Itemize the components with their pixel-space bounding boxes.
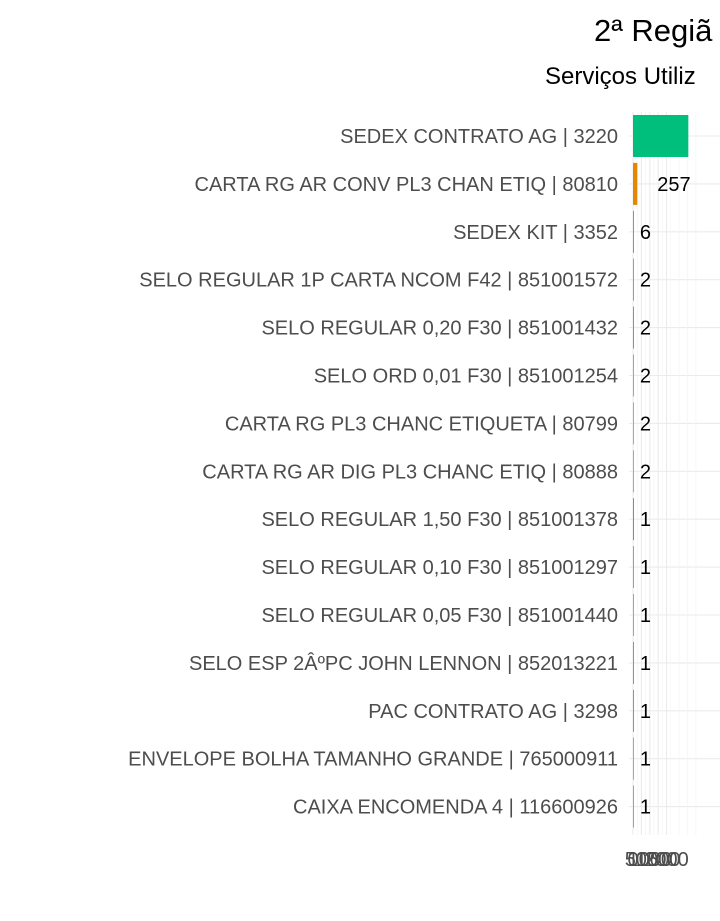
category-label: SELO REGULAR 0,20 F30 | 851001432 (261, 318, 618, 340)
bar (633, 210, 634, 253)
chart-title: 2ª Regiã (594, 13, 713, 48)
bar (633, 306, 634, 349)
data-label: 1 (640, 557, 651, 579)
bar (633, 737, 634, 780)
category-label: SELO ORD 0,01 F30 | 851001254 (314, 366, 618, 388)
category-label: CARTA RG PL3 CHANC ETIQUETA | 80799 (225, 413, 618, 435)
category-label: SELO REGULAR 1,50 F30 | 851001378 (261, 509, 618, 531)
data-label: 2 (640, 318, 651, 340)
data-label: 1 (640, 749, 651, 771)
category-label: CARTA RG AR DIG PL3 CHANC ETIQ | 80888 (202, 461, 618, 483)
bar (633, 689, 634, 732)
data-label: 1 (640, 509, 651, 531)
category-label: CARTA RG AR CONV PL3 CHAN ETIQ | 80810 (195, 174, 619, 196)
data-labels: 257 6 2 2 2 2 2 1 1 1 1 1 1 1 (640, 174, 691, 819)
data-label: 2 (640, 413, 651, 435)
bar (633, 594, 634, 636)
data-label: 257 (657, 174, 690, 196)
category-labels: SEDEX CONTRATO AG | 3220 CARTA RG AR CONV… (128, 126, 618, 819)
bar (633, 115, 689, 157)
bar (633, 258, 634, 301)
bar (633, 354, 634, 397)
data-label: 1 (640, 653, 651, 675)
category-label: SELO REGULAR 0,05 F30 | 851001440 (261, 605, 618, 627)
category-label: ENVELOPE BOLHA TAMANHO GRANDE | 76500091… (128, 749, 618, 771)
category-label: PAC CONTRATO AG | 3298 (368, 701, 618, 723)
bar-chart: 2ª Regiã Serviços Utiliz SEDEX CONTRATO … (128, 13, 720, 871)
category-label: SELO REGULAR 0,10 F30 | 851001297 (261, 557, 618, 579)
x-tick-label: 2000 (644, 849, 689, 871)
bar (633, 402, 634, 445)
bar (633, 498, 634, 541)
category-label: CAIXA ENCOMENDA 4 | 116600926 (293, 797, 618, 819)
bar (633, 785, 634, 828)
bar (633, 162, 638, 205)
category-label: SELO ESP 2ÂºPC JOHN LENNON | 852013221 (189, 652, 618, 675)
category-label: SELO REGULAR 1P CARTA NCOM F42 | 8510015… (139, 270, 618, 292)
data-label: 1 (640, 797, 651, 819)
bar (633, 546, 634, 589)
bar (633, 450, 634, 493)
data-label: 2 (640, 461, 651, 483)
data-label: 1 (640, 701, 651, 723)
chart-subtitle: Serviços Utiliz (545, 63, 696, 90)
data-label: 1 (640, 605, 651, 627)
data-label: 2 (640, 366, 651, 388)
data-label: 6 (640, 222, 651, 244)
bar (633, 641, 634, 684)
data-label: 2 (640, 270, 651, 292)
category-label: SEDEX KIT | 3352 (453, 222, 618, 244)
x-axis-ticks: 0500100015002000 (625, 849, 689, 871)
category-label: SEDEX CONTRATO AG | 3220 (340, 126, 618, 148)
